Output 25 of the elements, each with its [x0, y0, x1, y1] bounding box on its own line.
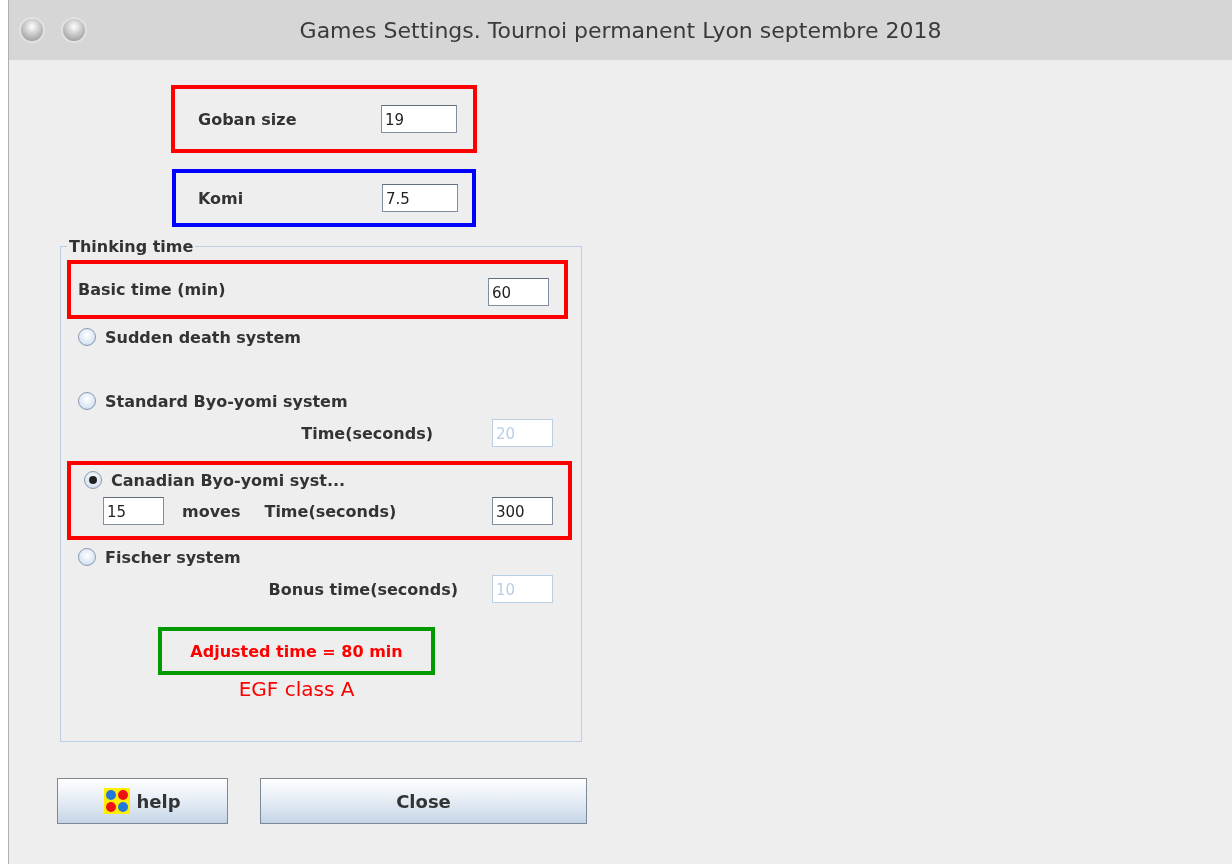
close-button[interactable]: Close: [260, 778, 587, 824]
panel-title: Thinking time: [68, 237, 195, 256]
class-text: EGF class A: [238, 677, 355, 701]
field-label: Time(seconds): [301, 423, 433, 443]
window-title: Games Settings. Tournoi permanent Lyon septembre 2018: [299, 17, 942, 43]
field-label: moves: [182, 501, 241, 521]
komi-field[interactable]: 7.5: [382, 184, 458, 212]
field-label: Goban size: [198, 109, 297, 129]
radio-label[interactable]: Canadian Byo-yomi syst...: [111, 470, 346, 490]
basic-time-field[interactable]: 60: [488, 278, 549, 306]
help-button[interactable]: help: [57, 778, 228, 824]
field-label: Basic time (min): [78, 280, 226, 299]
field-label: Time(seconds): [264, 501, 397, 521]
window-button[interactable]: [21, 19, 43, 41]
adjusted-time-text: Adjusted time = 80 min: [190, 641, 403, 661]
radio-button[interactable]: [78, 328, 96, 346]
radio-button[interactable]: [84, 471, 102, 489]
field-label: Bonus time(seconds): [268, 579, 458, 599]
time-field[interactable]: 300: [492, 497, 553, 525]
help-icon: [104, 788, 131, 814]
radio-label[interactable]: Sudden death system: [105, 327, 301, 347]
goban-size-field[interactable]: 19: [381, 105, 457, 133]
moves-field[interactable]: 15: [103, 497, 164, 525]
field-label: Komi: [198, 188, 244, 208]
window-button[interactable]: [63, 19, 85, 41]
